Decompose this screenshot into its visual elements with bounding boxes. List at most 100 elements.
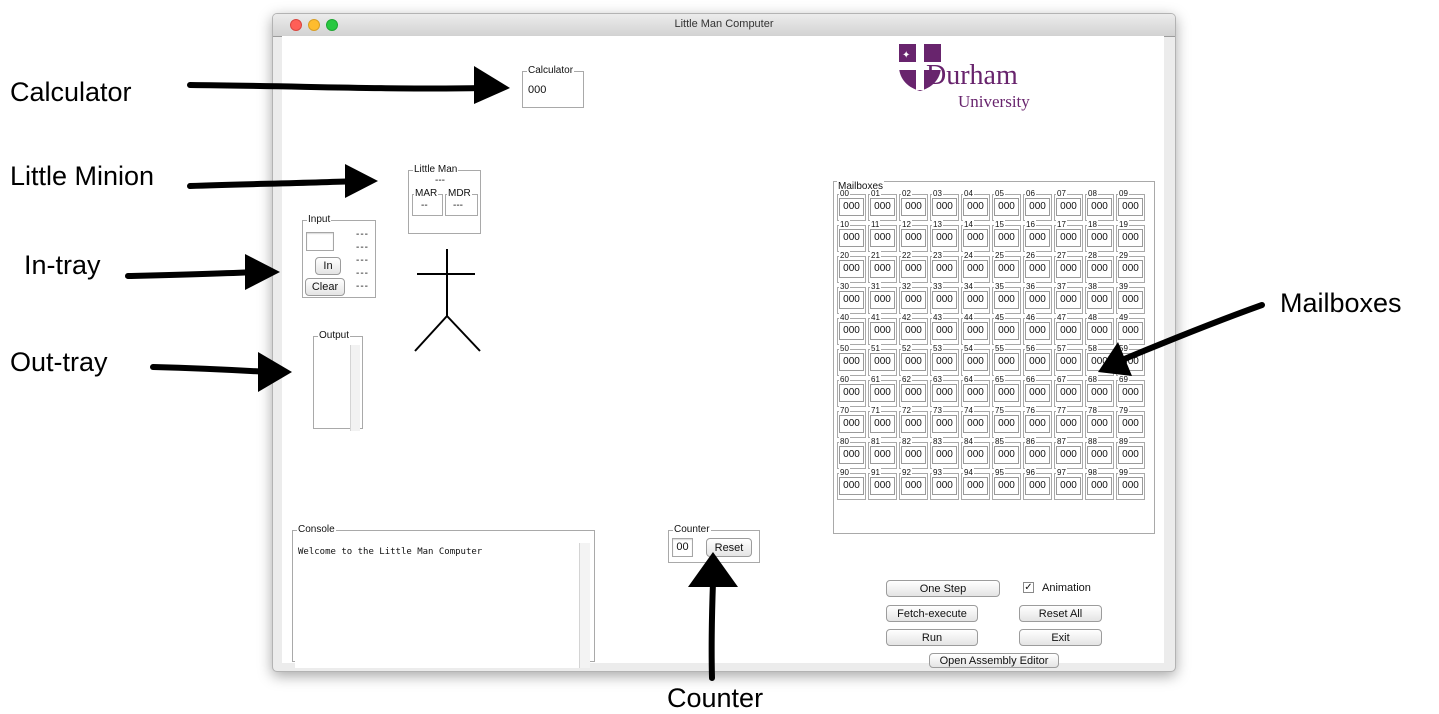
mailbox-value[interactable]: 000 (1087, 198, 1112, 216)
mailbox-value[interactable]: 000 (932, 229, 957, 247)
run-button[interactable]: Run (886, 629, 978, 646)
mailbox-value[interactable]: 000 (1087, 229, 1112, 247)
mailbox-value[interactable]: 000 (1056, 291, 1081, 309)
mailbox-value[interactable]: 000 (1025, 353, 1050, 371)
mailbox-value[interactable]: 000 (994, 198, 1019, 216)
mailbox-value[interactable]: 000 (870, 260, 895, 278)
mailbox-value[interactable]: 000 (839, 477, 864, 495)
mailbox-value[interactable]: 000 (1118, 446, 1143, 464)
clear-button[interactable]: Clear (305, 278, 345, 296)
mailbox-value[interactable]: 000 (963, 322, 988, 340)
mailbox-value[interactable]: 000 (870, 477, 895, 495)
mailbox-value[interactable]: 000 (1087, 477, 1112, 495)
mailbox-value[interactable]: 000 (839, 415, 864, 433)
mailbox-value[interactable]: 000 (1118, 415, 1143, 433)
mailbox-value[interactable]: 000 (839, 198, 864, 216)
mailbox-value[interactable]: 000 (839, 384, 864, 402)
mailbox-value[interactable]: 000 (1087, 446, 1112, 464)
animation-checkbox[interactable]: ✓ (1023, 582, 1034, 593)
mailbox-value[interactable]: 000 (1118, 477, 1143, 495)
mailbox-value[interactable]: 000 (1118, 322, 1143, 340)
mailbox-value[interactable]: 000 (932, 322, 957, 340)
mailbox-value[interactable]: 000 (839, 260, 864, 278)
mailbox-value[interactable]: 000 (994, 322, 1019, 340)
exit-button[interactable]: Exit (1019, 629, 1102, 646)
mailbox-value[interactable]: 000 (870, 229, 895, 247)
mailbox-value[interactable]: 000 (994, 229, 1019, 247)
mailbox-value[interactable]: 000 (932, 446, 957, 464)
mailbox-value[interactable]: 000 (870, 415, 895, 433)
mailbox-value[interactable]: 000 (963, 384, 988, 402)
mailbox-value[interactable]: 000 (932, 260, 957, 278)
mailbox-value[interactable]: 000 (994, 353, 1019, 371)
mailbox-value[interactable]: 000 (1087, 322, 1112, 340)
mailbox-value[interactable]: 000 (1118, 229, 1143, 247)
mailbox-value[interactable]: 000 (932, 477, 957, 495)
one-step-button[interactable]: One Step (886, 580, 1000, 597)
mailbox-value[interactable]: 000 (1056, 477, 1081, 495)
mailbox-value[interactable]: 000 (839, 229, 864, 247)
mailbox-value[interactable]: 000 (994, 477, 1019, 495)
mailbox-value[interactable]: 000 (1118, 260, 1143, 278)
mailbox-value[interactable]: 000 (1087, 353, 1112, 371)
mailbox-value[interactable]: 000 (901, 446, 926, 464)
input-field[interactable] (306, 232, 334, 251)
mailbox-value[interactable]: 000 (901, 291, 926, 309)
mailbox-value[interactable]: 000 (932, 353, 957, 371)
counter-reset-button[interactable]: Reset (706, 538, 752, 557)
mailbox-value[interactable]: 000 (994, 260, 1019, 278)
mailbox-value[interactable]: 000 (1056, 353, 1081, 371)
mailbox-value[interactable]: 000 (1025, 477, 1050, 495)
mailbox-value[interactable]: 000 (1025, 198, 1050, 216)
mailbox-value[interactable]: 000 (1118, 384, 1143, 402)
mailbox-value[interactable]: 000 (1025, 291, 1050, 309)
mailbox-value[interactable]: 000 (963, 477, 988, 495)
mailbox-value[interactable]: 000 (1087, 291, 1112, 309)
mailbox-value[interactable]: 000 (839, 291, 864, 309)
mailbox-value[interactable]: 000 (963, 291, 988, 309)
open-assembly-editor-button[interactable]: Open Assembly Editor (929, 653, 1059, 668)
mailbox-value[interactable]: 000 (901, 353, 926, 371)
mailbox-value[interactable]: 000 (932, 384, 957, 402)
mailbox-value[interactable]: 000 (1025, 229, 1050, 247)
mailbox-value[interactable]: 000 (963, 229, 988, 247)
mailbox-value[interactable]: 000 (963, 353, 988, 371)
mailbox-value[interactable]: 000 (839, 322, 864, 340)
mailbox-value[interactable]: 000 (1056, 260, 1081, 278)
reset-all-button[interactable]: Reset All (1019, 605, 1102, 622)
mailbox-value[interactable]: 000 (1025, 322, 1050, 340)
console-scrollbar[interactable] (579, 543, 590, 668)
mailbox-value[interactable]: 000 (994, 415, 1019, 433)
mailbox-value[interactable]: 000 (1087, 260, 1112, 278)
mailbox-value[interactable]: 000 (1025, 446, 1050, 464)
mailbox-value[interactable]: 000 (901, 384, 926, 402)
mailbox-value[interactable]: 000 (1118, 198, 1143, 216)
mailbox-value[interactable]: 000 (839, 446, 864, 464)
mailbox-value[interactable]: 000 (963, 260, 988, 278)
mailbox-value[interactable]: 000 (901, 198, 926, 216)
mailbox-value[interactable]: 000 (1025, 415, 1050, 433)
mailbox-value[interactable]: 000 (1087, 415, 1112, 433)
mailbox-value[interactable]: 000 (963, 446, 988, 464)
mailbox-value[interactable]: 000 (901, 229, 926, 247)
mailbox-value[interactable]: 000 (1056, 446, 1081, 464)
mailbox-value[interactable]: 000 (994, 446, 1019, 464)
mailbox-value[interactable]: 000 (1025, 260, 1050, 278)
mailbox-value[interactable]: 000 (870, 384, 895, 402)
mailbox-value[interactable]: 000 (1056, 322, 1081, 340)
mailbox-value[interactable]: 000 (901, 415, 926, 433)
mailbox-value[interactable]: 000 (1056, 198, 1081, 216)
mailbox-value[interactable]: 000 (870, 446, 895, 464)
output-scrollbar[interactable] (350, 345, 360, 431)
mailbox-value[interactable]: 000 (1118, 353, 1143, 371)
mailbox-value[interactable]: 000 (870, 353, 895, 371)
mailbox-value[interactable]: 000 (1025, 384, 1050, 402)
mailbox-value[interactable]: 000 (963, 415, 988, 433)
console-output[interactable]: Welcome to the Little Man Computer (295, 545, 585, 668)
in-button[interactable]: In (315, 257, 341, 275)
mailbox-value[interactable]: 000 (870, 322, 895, 340)
mailbox-value[interactable]: 000 (901, 322, 926, 340)
mailbox-value[interactable]: 000 (1087, 384, 1112, 402)
fetch-execute-button[interactable]: Fetch-execute (886, 605, 978, 622)
mailbox-value[interactable]: 000 (1056, 384, 1081, 402)
